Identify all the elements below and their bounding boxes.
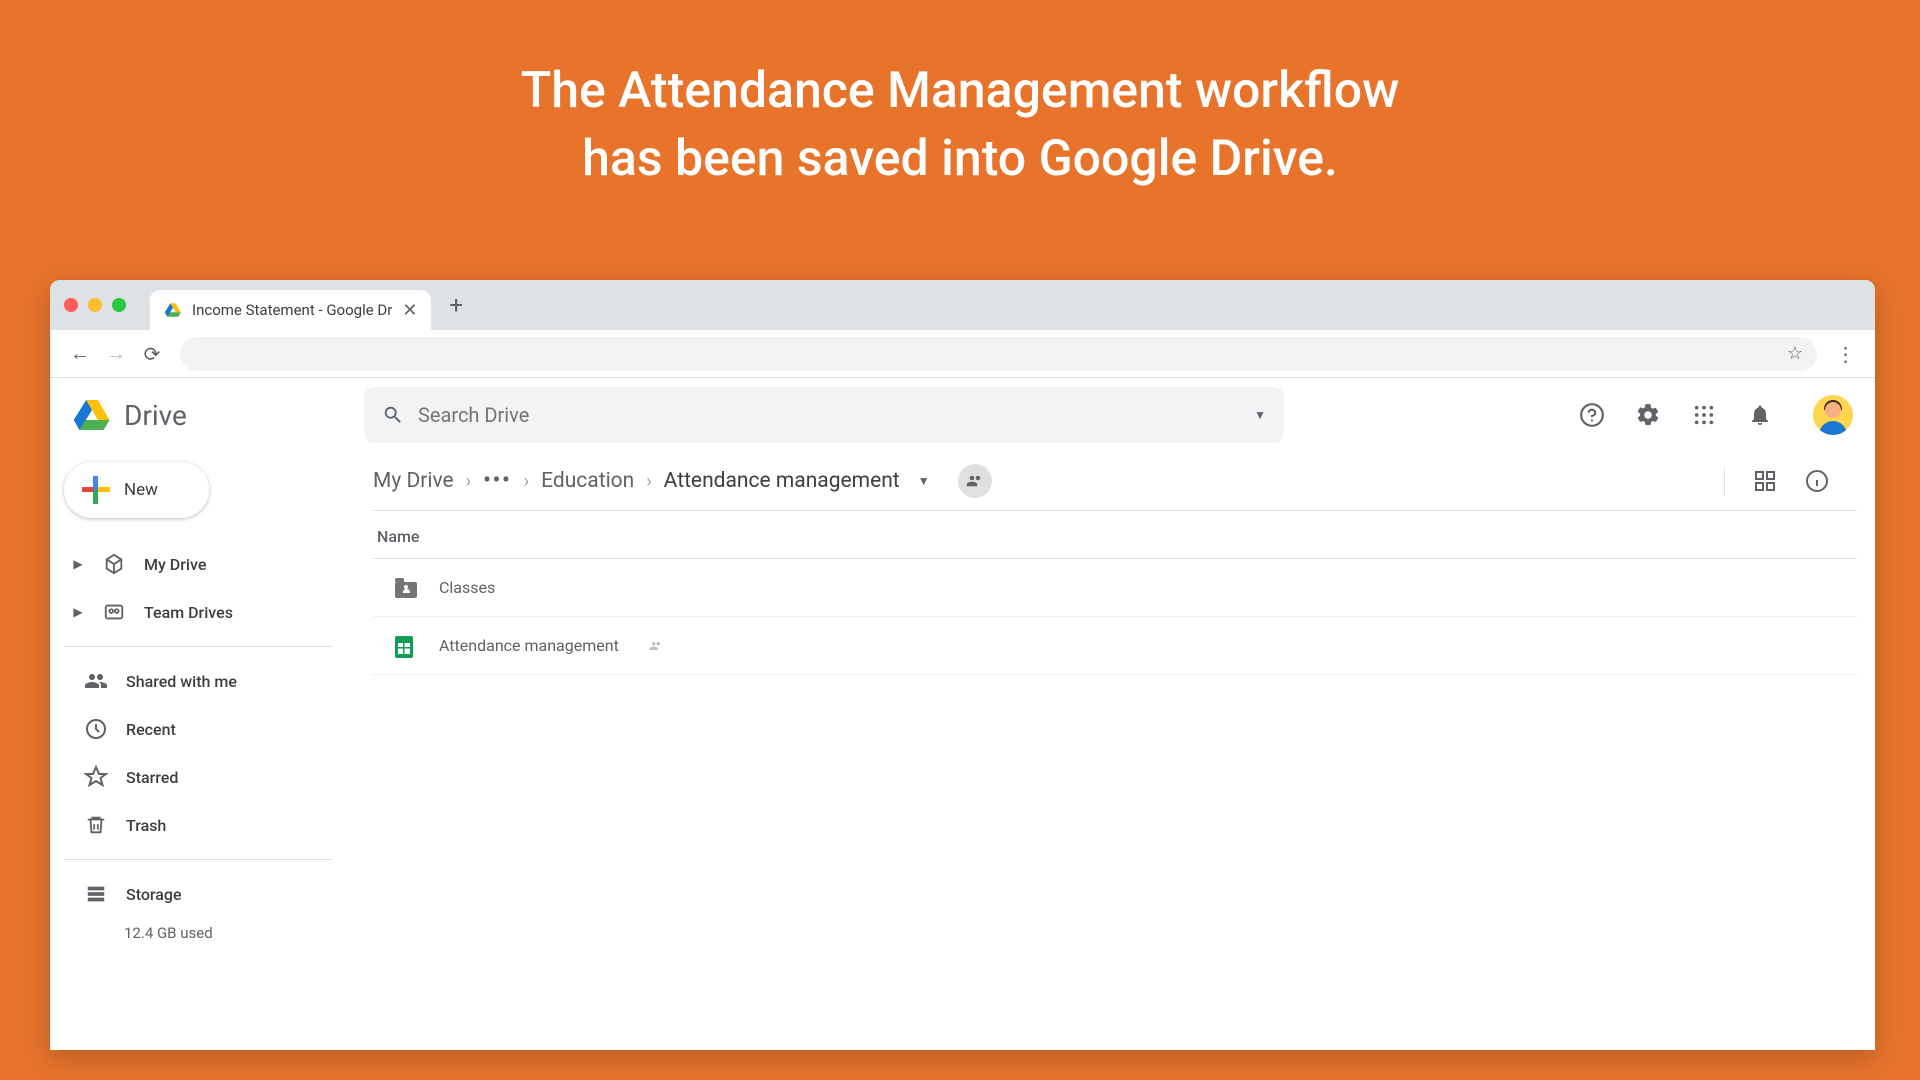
drive-header: Drive ▼: [50, 378, 1875, 452]
tab-close-icon[interactable]: ✕: [402, 300, 417, 321]
team-drives-icon: [102, 600, 126, 624]
user-avatar[interactable]: [1813, 395, 1853, 435]
browser-menu-button[interactable]: ⋮: [1827, 342, 1863, 366]
sidebar-label: Recent: [126, 720, 176, 739]
shared-badge-icon: [647, 639, 665, 653]
trash-icon: [84, 813, 108, 837]
search-input[interactable]: [418, 403, 1240, 427]
plus-icon: [82, 476, 110, 504]
sidebar-item-my-drive[interactable]: ▶ My Drive: [64, 540, 355, 588]
browser-window: Income Statement - Google Dr ✕ + ← → ⟳ ☆…: [50, 280, 1875, 1050]
shared-icon: [84, 669, 108, 693]
sidebar-item-team-drives[interactable]: ▶ Team Drives: [64, 588, 355, 636]
folder-icon: [395, 578, 417, 598]
settings-icon[interactable]: [1635, 402, 1661, 428]
sidebar-label: Storage: [126, 885, 182, 904]
sidebar-nav: ▶ My Drive ▶ Team Drives Shared with me …: [64, 540, 355, 942]
sidebar-label: Starred: [126, 768, 178, 787]
file-row-sheet[interactable]: Attendance management: [373, 617, 1857, 675]
recent-icon: [84, 717, 108, 741]
breadcrumb: My Drive › ••• › Education › Attendance …: [373, 464, 992, 498]
help-icon[interactable]: [1579, 402, 1605, 428]
chevron-right-icon: ›: [646, 471, 651, 492]
browser-tab-bar: Income Statement - Google Dr ✕ +: [50, 280, 1875, 330]
search-icon: [382, 404, 404, 426]
drive-product-name: Drive: [124, 399, 187, 432]
header-actions: [1579, 395, 1853, 435]
window-minimize-button[interactable]: [88, 298, 102, 312]
drive-logo[interactable]: Drive: [72, 395, 364, 435]
sidebar-divider: [64, 859, 333, 860]
sidebar-item-storage[interactable]: Storage: [64, 870, 355, 918]
chevron-right-icon: ›: [524, 471, 529, 492]
breadcrumb-overflow[interactable]: •••: [483, 469, 512, 493]
search-options-dropdown-icon[interactable]: ▼: [1254, 408, 1266, 422]
browser-tab-title: Income Statement - Google Dr: [192, 301, 392, 319]
storage-icon: [84, 882, 108, 906]
new-button-label: New: [124, 480, 158, 500]
column-header-name[interactable]: Name: [373, 511, 1857, 559]
sidebar-label: Trash: [126, 816, 166, 835]
my-drive-icon: [102, 552, 126, 576]
sidebar-item-starred[interactable]: Starred: [64, 753, 355, 801]
drive-main: My Drive › ••• › Education › Attendance …: [355, 452, 1875, 1050]
banner-line2: has been saved into Google Drive.: [40, 126, 1880, 194]
search-box[interactable]: ▼: [364, 387, 1284, 443]
window-maximize-button[interactable]: [112, 298, 126, 312]
window-traffic-lights: [64, 298, 150, 312]
browser-toolbar: ← → ⟳ ☆ ⋮: [50, 330, 1875, 378]
breadcrumb-root[interactable]: My Drive: [373, 469, 454, 493]
view-controls: [1724, 467, 1857, 495]
banner-line1: The Attendance Management workflow: [40, 58, 1880, 126]
sidebar-divider: [64, 646, 333, 647]
drive-content: New ▶ My Drive ▶ Team Drives Shared with…: [50, 452, 1875, 1050]
file-name: Attendance management: [439, 636, 619, 655]
sidebar-item-shared[interactable]: Shared with me: [64, 657, 355, 705]
bookmark-star-icon[interactable]: ☆: [1787, 343, 1803, 364]
browser-tab[interactable]: Income Statement - Google Dr ✕: [150, 290, 431, 330]
new-tab-button[interactable]: +: [431, 291, 481, 319]
file-name: Classes: [439, 578, 495, 597]
starred-icon: [84, 765, 108, 789]
file-row-folder[interactable]: Classes: [373, 559, 1857, 617]
sheets-icon: [395, 636, 417, 656]
drive-sidebar: New ▶ My Drive ▶ Team Drives Shared with…: [50, 452, 355, 1050]
expand-icon[interactable]: ▶: [72, 605, 84, 619]
storage-used-text: 12.4 GB used: [64, 924, 355, 942]
divider: [1724, 467, 1725, 495]
chevron-right-icon: ›: [466, 471, 471, 492]
apps-grid-icon[interactable]: [1691, 402, 1717, 428]
breadcrumb-bar: My Drive › ••• › Education › Attendance …: [373, 452, 1857, 510]
info-icon[interactable]: [1805, 469, 1829, 493]
folder-dropdown-icon[interactable]: ▼: [912, 474, 936, 488]
grid-view-icon[interactable]: [1753, 469, 1777, 493]
expand-icon[interactable]: ▶: [72, 557, 84, 571]
sidebar-item-trash[interactable]: Trash: [64, 801, 355, 849]
drive-tab-icon: [164, 301, 182, 319]
forward-button[interactable]: →: [98, 341, 134, 366]
sidebar-label: Team Drives: [144, 603, 233, 622]
window-close-button[interactable]: [64, 298, 78, 312]
address-bar[interactable]: ☆: [180, 337, 1817, 371]
new-button[interactable]: New: [64, 462, 209, 518]
reload-button[interactable]: ⟳: [134, 342, 170, 366]
notifications-icon[interactable]: [1747, 402, 1773, 428]
back-button[interactable]: ←: [62, 341, 98, 366]
drive-logo-icon: [72, 395, 112, 435]
sidebar-item-recent[interactable]: Recent: [64, 705, 355, 753]
breadcrumb-current[interactable]: Attendance management: [664, 469, 900, 493]
sidebar-label: My Drive: [144, 555, 206, 574]
breadcrumb-mid[interactable]: Education: [541, 469, 634, 493]
banner-title: The Attendance Management workflow has b…: [0, 0, 1920, 193]
sidebar-label: Shared with me: [126, 672, 237, 691]
folder-share-icon[interactable]: [958, 464, 992, 498]
